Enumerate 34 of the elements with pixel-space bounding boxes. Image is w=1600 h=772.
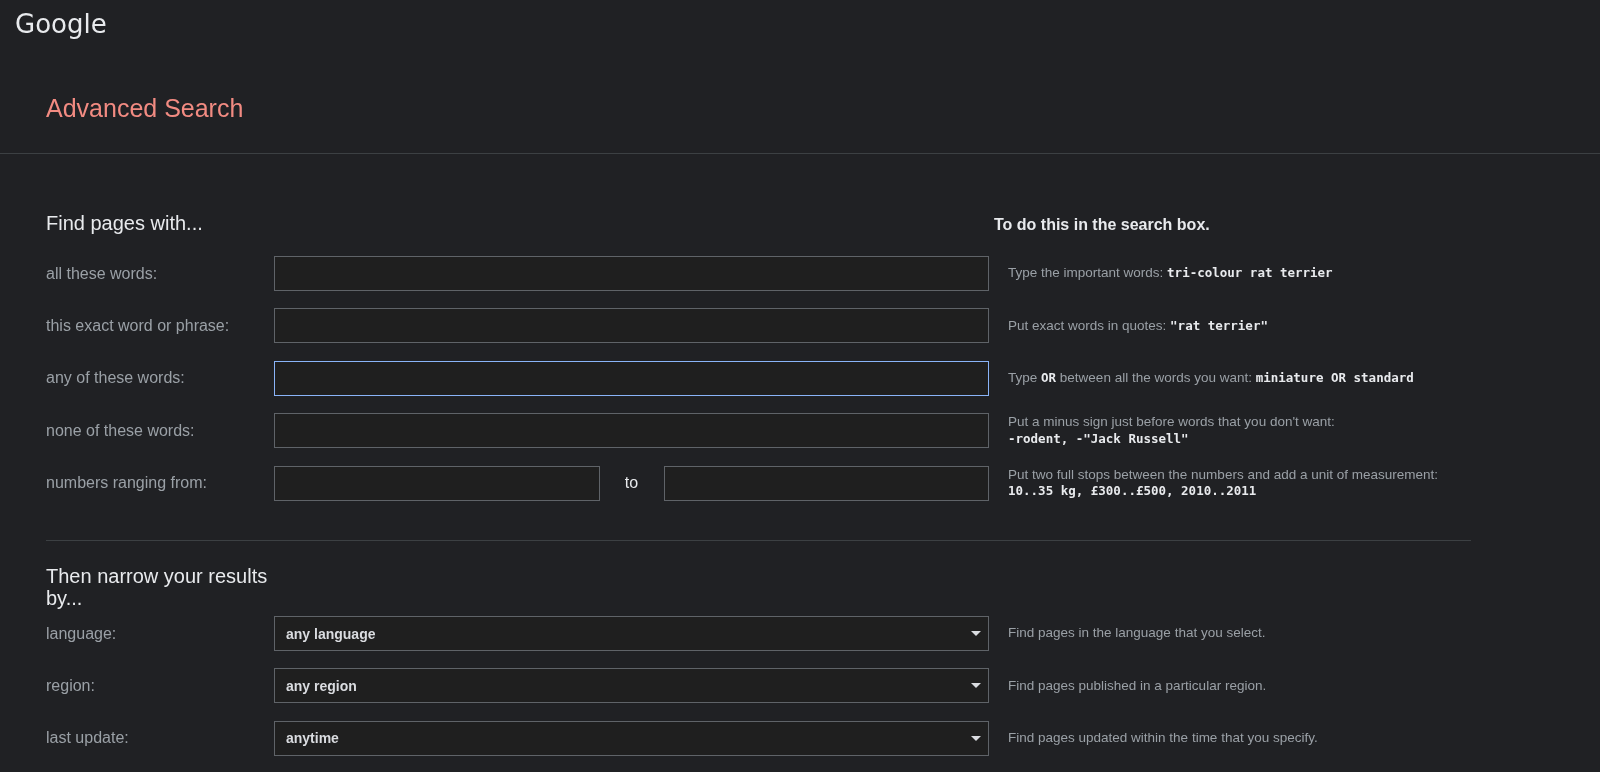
hint-text: Put two full stops between the numbers and add a unit of measurement: 10..35 kg, £300..£500, 2010..2011: [1008, 466, 1438, 500]
field-label: language:: [46, 624, 118, 643]
hint-heading: To do this in the search box.: [994, 216, 1210, 234]
hint-text: Type the important words: tri-colour rat terrier: [1008, 265, 1333, 282]
text-input[interactable]: [274, 256, 989, 291]
caret-icon: [971, 631, 981, 637]
number-input[interactable]: [663, 465, 989, 501]
hint-text: Find pages published in a particular region.: [1008, 677, 1267, 695]
text-input[interactable]: [274, 308, 989, 344]
section-heading: Then narrow your results by...: [46, 565, 269, 610]
field-label: this exact word or phrase:: [46, 316, 231, 335]
number-input[interactable]: [274, 465, 600, 501]
text-input[interactable]: [274, 360, 989, 396]
caret-icon: [971, 735, 981, 741]
logo[interactable]: Google: [15, 8, 107, 40]
hint-text: Put exact words in quotes: "rat terrier": [1008, 317, 1268, 335]
page-title: Advanced Search: [46, 93, 244, 123]
caret-icon: [971, 683, 981, 689]
field-label: last update:: [46, 729, 130, 748]
dropdown-select[interactable]: anytime: [274, 720, 989, 756]
field-label: none of these words:: [46, 421, 196, 440]
text-input[interactable]: [274, 413, 989, 449]
hint-text: Find pages in the language that you select.: [1008, 625, 1266, 642]
hint-text: Find pages updated within the time that you specify.: [1008, 730, 1318, 747]
field-label: any of these words:: [46, 369, 186, 388]
field-label: all these words:: [46, 264, 159, 283]
dropdown-select[interactable]: any language: [274, 616, 989, 652]
range-separator: to: [623, 474, 640, 493]
field-label: numbers ranging from:: [46, 474, 208, 493]
field-label: region:: [46, 676, 96, 695]
dropdown-select[interactable]: any region: [274, 668, 989, 704]
hint-text: Put a minus sign just before words that you don't want: -rodent, -"Jack Russell": [1008, 414, 1335, 448]
hint-text: Type OR between all the words you want: miniature OR standard: [1008, 370, 1414, 387]
section-heading: Find pages with...: [46, 211, 204, 235]
